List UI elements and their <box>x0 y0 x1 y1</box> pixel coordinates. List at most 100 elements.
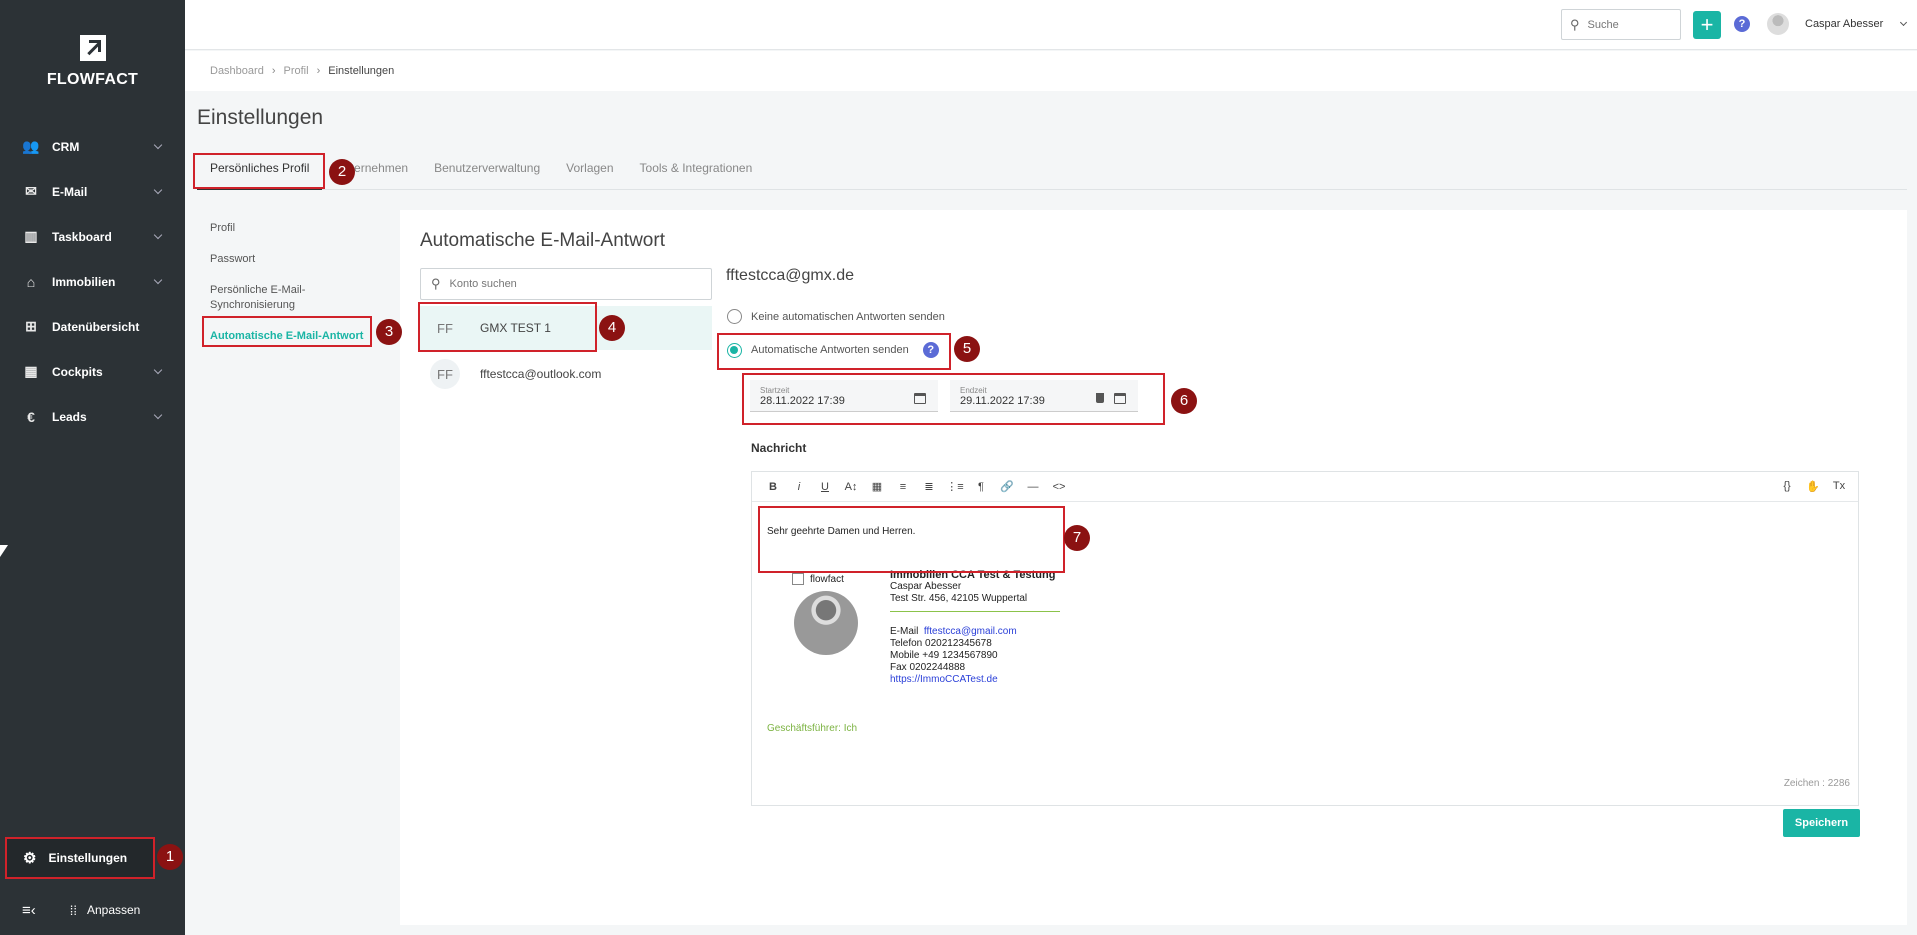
variables-icon[interactable]: {} <box>1774 480 1800 493</box>
search-placeholder: Suche <box>1587 18 1619 31</box>
account-avatar: FF <box>437 320 453 336</box>
chevron-down-icon <box>153 365 163 375</box>
sidebar-item-einstellungen[interactable]: ⚙ Einstellungen <box>6 838 153 878</box>
editor-body[interactable]: Sehr geehrte Damen und Herren. flowfact … <box>752 503 1858 805</box>
bold-icon[interactable]: B <box>760 481 786 493</box>
clear-format-icon[interactable]: Tx <box>1826 480 1852 493</box>
sidebar-item-label: Einstellungen <box>48 851 128 865</box>
sidebar-item-immobilien[interactable]: ⌂ Immobilien <box>0 259 185 304</box>
save-button[interactable]: Speichern <box>1783 809 1860 837</box>
sidebar-item-leads[interactable]: € Leads <box>0 394 185 439</box>
code-view-icon[interactable]: <> <box>1046 481 1072 493</box>
horizontal-rule-icon[interactable]: — <box>1020 481 1046 493</box>
flowfact-logo-icon <box>79 35 106 61</box>
message-label: Nachricht <box>751 441 807 455</box>
user-name[interactable]: Caspar Abesser <box>1805 18 1883 30</box>
signature-fax: Fax 0202244888 <box>890 662 966 673</box>
account-item-outlook[interactable]: FF fftestcca@outlook.com <box>420 352 712 396</box>
breadcrumb-profil[interactable]: Profil <box>284 65 309 77</box>
help-icon[interactable]: ? <box>922 342 939 358</box>
account-name: fftestcca@outlook.com <box>480 367 602 381</box>
callout-badge-7: 7 <box>1064 525 1090 551</box>
list-icon[interactable]: ⋮≡ <box>942 480 968 493</box>
broken-image-icon <box>792 573 804 585</box>
signature-phone: Telefon 020212345678 <box>890 638 992 649</box>
radio-label: Keine automatischen Antworten senden <box>751 310 945 323</box>
avatar[interactable] <box>1767 13 1789 35</box>
add-button[interactable]: + <box>1693 11 1721 39</box>
callout-badge-1: 1 <box>157 844 183 870</box>
start-time-field[interactable]: Startzeit 28.11.2022 17:39 <box>750 380 938 412</box>
signature-logo: flowfact <box>792 573 844 585</box>
collapse-menu-icon[interactable]: ≡‹ <box>22 902 36 919</box>
help-icon[interactable]: ? <box>1734 16 1750 32</box>
gear-icon: ⚙ <box>23 850 37 867</box>
top-bar: ⚲ Suche + ? Caspar Abesser <box>185 0 1917 50</box>
message-editor: B i U A↕ ▦ ≡ ≣ ⋮≡ ¶ 🔗 — <> {} ✋ Tx Sehr … <box>751 471 1859 806</box>
signature-logo-text: flowfact <box>810 573 844 585</box>
account-item-gmx[interactable]: FF GMX TEST 1 <box>420 306 712 350</box>
tab-benutzerverwaltung[interactable]: Benutzerverwaltung <box>421 155 553 190</box>
sidebar-item-taskboard[interactable]: ▥ Taskboard <box>0 214 185 259</box>
calendar-icon[interactable] <box>1114 393 1126 404</box>
sidebar-item-cockpits[interactable]: ▦ Cockpits <box>0 349 185 394</box>
signature-name: Caspar Abesser <box>890 581 962 592</box>
tab-tools-integrationen[interactable]: Tools & Integrationen <box>627 155 766 190</box>
signature-divider <box>890 611 1060 612</box>
calendar-icon[interactable] <box>914 393 926 404</box>
chevron-down-icon[interactable] <box>1899 18 1908 27</box>
hand-icon[interactable]: ✋ <box>1800 480 1826 493</box>
signature-photo <box>794 591 858 655</box>
align-center-icon[interactable]: ≣ <box>916 480 942 493</box>
auto-reply-panel: Automatische E-Mail-Antwort ⚲ Konto such… <box>400 210 1907 925</box>
dashboard-icon: ▦ <box>24 363 38 379</box>
callout-badge-3: 3 <box>376 319 402 345</box>
logo[interactable]: FLOWFACT <box>0 35 185 89</box>
character-count: Zeichen : 2286 <box>1783 778 1850 789</box>
customize-button[interactable]: Anpassen <box>87 903 140 917</box>
sidebar: FLOWFACT 👥 CRM ✉ E-Mail ▥ Taskboard ⌂ Immobi… <box>0 0 185 935</box>
customize-icon: ⁞⁞ <box>69 902 77 918</box>
callout-badge-2: 2 <box>329 159 355 185</box>
radio-button-selected[interactable] <box>727 342 742 358</box>
tab-vorlagen[interactable]: Vorlagen <box>553 155 626 190</box>
mail-icon: ✉ <box>25 183 37 199</box>
italic-icon[interactable]: i <box>786 481 812 493</box>
underline-icon[interactable]: U <box>812 481 838 493</box>
radio-no-auto-reply[interactable]: Keine automatischen Antworten senden <box>727 309 945 324</box>
end-time-field[interactable]: Endzeit 29.11.2022 17:39 <box>950 380 1138 412</box>
signature-email-label: E-Mail <box>890 626 919 637</box>
sidebar-item-datenuebersicht[interactable]: ⊞ Datenübersicht <box>0 304 185 349</box>
logo-text: FLOWFACT <box>46 71 139 88</box>
subnav-passwort[interactable]: Passwort <box>210 252 370 267</box>
align-left-icon[interactable]: ≡ <box>890 481 916 493</box>
chevron-down-icon <box>153 185 163 195</box>
signature-website-link[interactable]: https://ImmoCCATest.de <box>890 674 1060 686</box>
signature-text: Immobilien CCA Test & Testung Caspar Abe… <box>890 569 1060 686</box>
paragraph-icon[interactable]: ¶ <box>968 481 994 493</box>
sidebar-item-email[interactable]: ✉ E-Mail <box>0 169 185 214</box>
home-icon: ⌂ <box>26 273 36 290</box>
table-icon[interactable]: ▦ <box>864 480 890 493</box>
account-search-input[interactable]: ⚲ Konto suchen <box>420 268 712 300</box>
sidebar-bottom-bar: ≡‹ ⁞⁞ Anpassen <box>0 890 185 930</box>
link-icon[interactable]: 🔗 <box>994 480 1020 493</box>
subnav-auto-reply[interactable]: Automatische E-Mail-Antwort <box>210 329 370 344</box>
trash-icon[interactable] <box>1096 393 1104 403</box>
sidebar-item-crm[interactable]: 👥 CRM <box>0 124 185 169</box>
chevron-right-icon: › <box>271 65 276 77</box>
breadcrumb-dashboard[interactable]: Dashboard <box>210 65 264 77</box>
sidebar-nav: 👥 CRM ✉ E-Mail ▥ Taskboard ⌂ Immobilien ⊞ Dat… <box>0 124 185 439</box>
font-size-icon[interactable]: A↕ <box>838 481 864 493</box>
panel-title: Automatische E-Mail-Antwort <box>420 230 665 251</box>
global-search-input[interactable]: ⚲ Suche <box>1561 9 1681 40</box>
radio-send-auto-reply[interactable]: Automatische Antworten senden ? <box>727 342 939 358</box>
signature-email-link[interactable]: fftestcca@gmail.com <box>924 626 1017 637</box>
subnav-email-sync[interactable]: Persönliche E-Mail-Synchronisierung <box>210 283 320 313</box>
end-time-label: Endzeit <box>960 386 987 395</box>
tab-persoenliches-profil[interactable]: Persönliches Profil <box>197 155 323 190</box>
radio-button[interactable] <box>727 309 742 324</box>
subnav-profil[interactable]: Profil <box>210 221 370 236</box>
search-icon: ⚲ <box>1570 16 1580 32</box>
message-greeting: Sehr geehrte Damen und Herren. <box>767 526 916 537</box>
